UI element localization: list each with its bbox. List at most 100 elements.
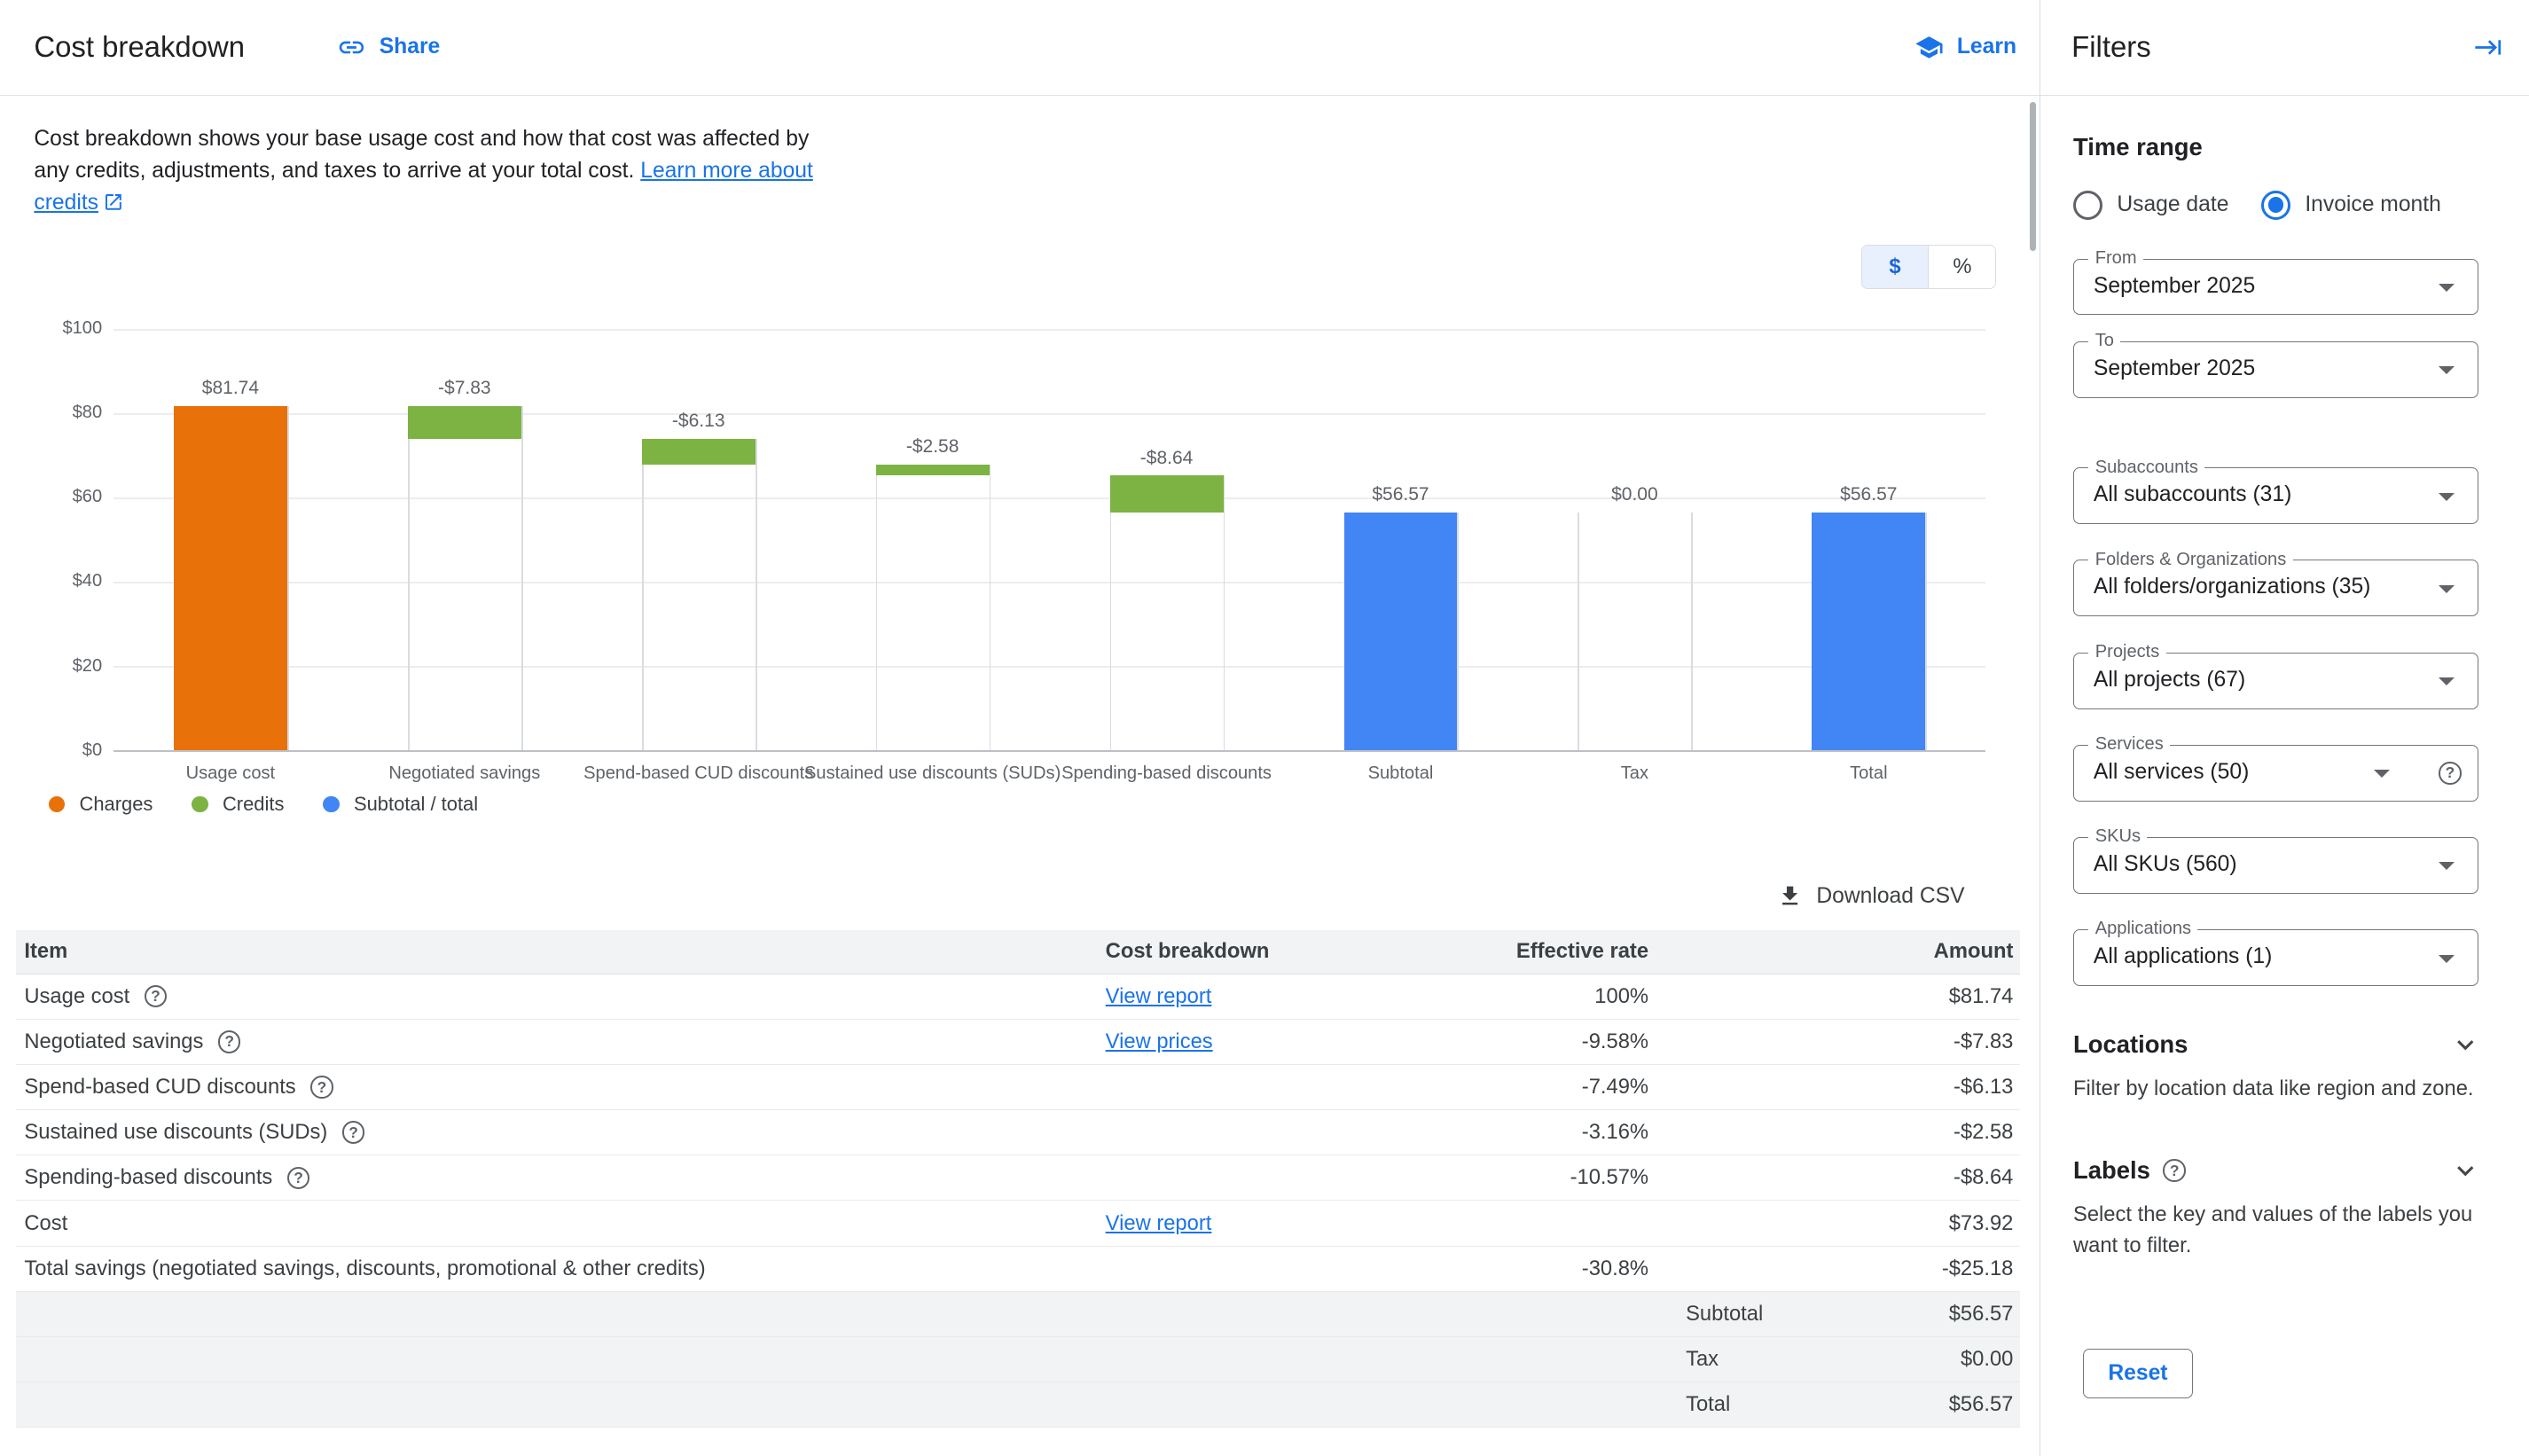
view-report-link[interactable]: View report <box>1106 1211 1212 1235</box>
help-icon[interactable]: ? <box>2163 1159 2186 1182</box>
effective-rate-cell: -10.57% <box>1511 1165 1648 1190</box>
help-icon[interactable]: ? <box>145 985 168 1008</box>
subtotal-dot-icon <box>323 796 339 812</box>
bar-spending-based-discounts[interactable] <box>1110 475 1224 512</box>
amount-cell: -$7.83 <box>1648 1029 2020 1054</box>
labels-heading: Labels <box>2073 1156 2150 1185</box>
school-icon <box>1914 33 1944 62</box>
collapse-panel-icon[interactable] <box>2474 33 2503 62</box>
percent-toggle-button[interactable]: % <box>1928 246 1995 288</box>
help-icon[interactable]: ? <box>218 1030 241 1053</box>
legend-item-subtotal: Subtotal / total <box>323 793 478 816</box>
download-csv-button[interactable]: Download CSV <box>1777 883 1964 909</box>
share-label: Share <box>380 35 441 59</box>
to-month-select[interactable]: To September 2025 <box>2073 341 2478 398</box>
chevron-down-icon <box>2374 770 2390 778</box>
item-cell: Total savings (negotiated savings, disco… <box>16 1256 1105 1281</box>
unit-toggle: $ % <box>1861 245 1997 289</box>
bar-usage-cost[interactable] <box>174 406 287 750</box>
y-axis-tick-label: $20 <box>34 655 102 678</box>
summary-label: Subtotal <box>1686 1302 1763 1327</box>
effective-rate-cell: -3.16% <box>1511 1120 1648 1145</box>
header-cost-breakdown: Cost breakdown <box>1106 939 1511 964</box>
chart-gridline <box>114 750 1985 752</box>
radio-icon[interactable] <box>2261 191 2290 220</box>
bar-subtotal[interactable] <box>1344 513 1458 751</box>
chart-gridline <box>114 582 1985 583</box>
locations-description: Filter by location data like region and … <box>2073 1074 2482 1104</box>
folders-organizations-select[interactable]: Folders & Organizations All folders/orga… <box>2073 560 2478 616</box>
view-report-link[interactable]: View report <box>1106 984 1212 1008</box>
chart-gridline <box>114 666 1985 668</box>
summary-label: Tax <box>1686 1347 1719 1372</box>
x-axis-category-label: Total <box>1850 763 1887 784</box>
chevron-down-icon <box>2439 493 2455 501</box>
summary-row-tax: Tax $0.00 <box>16 1337 2019 1382</box>
table-row: Total savings (negotiated savings, disco… <box>16 1247 2019 1292</box>
y-axis-tick-label: $0 <box>34 740 102 763</box>
locations-section-header[interactable]: Locations <box>2073 1029 2482 1061</box>
cost-breakdown-cell: View report <box>1106 984 1511 1009</box>
help-icon[interactable]: ? <box>310 1076 333 1099</box>
radio-usage-date[interactable]: Usage date <box>2073 191 2228 220</box>
waterfall-connector-line <box>642 439 644 750</box>
bar-value-label: -$2.58 <box>906 435 959 458</box>
waterfall-connector-line <box>521 406 523 750</box>
chevron-down-icon <box>2439 284 2455 292</box>
learn-button[interactable]: Learn <box>1914 33 2016 62</box>
chevron-down-icon[interactable] <box>2449 1155 2482 1187</box>
from-month-select[interactable]: From September 2025 <box>2073 259 2478 316</box>
help-icon[interactable]: ? <box>287 1167 310 1190</box>
header-amount: Amount <box>1648 939 2020 964</box>
filters-header: Filters <box>2040 0 2529 95</box>
applications-select[interactable]: Applications All applications (1) <box>2073 929 2478 986</box>
waterfall-connector-line <box>408 406 410 750</box>
dollar-toggle-button[interactable]: $ <box>1862 246 1929 288</box>
waterfall-connector-line <box>1457 513 1459 751</box>
scrollbar-thumb[interactable] <box>2030 102 2036 251</box>
chevron-down-icon <box>2439 677 2455 685</box>
view-prices-link[interactable]: View prices <box>1106 1029 1213 1053</box>
cost-breakdown-page: Cost breakdown Share Learn Filters Cost … <box>0 0 2529 1456</box>
waterfall-connector-line <box>876 465 878 750</box>
waterfall-chart: $81.74Usage cost-$7.83Negotiated savings… <box>34 317 1985 797</box>
radio-icon[interactable] <box>2073 191 2102 220</box>
legend-item-credits: Credits <box>192 793 284 816</box>
effective-rate-cell: -7.49% <box>1511 1075 1648 1100</box>
credits-dot-icon <box>192 796 207 812</box>
bar-value-label: $81.74 <box>202 377 259 400</box>
download-csv-label: Download CSV <box>1816 884 1964 909</box>
item-cell: Spend-based CUD discounts? <box>16 1075 1105 1100</box>
chart-legend: Charges Credits Subtotal / total <box>49 793 478 816</box>
subaccounts-select[interactable]: Subaccounts All subaccounts (31) <box>2073 467 2478 524</box>
skus-select[interactable]: SKUs All SKUs (560) <box>2073 837 2478 894</box>
bar-negotiated-savings[interactable] <box>408 406 521 439</box>
bar-sustained-use-discounts-suds[interactable] <box>876 465 990 475</box>
main-header: Cost breakdown Share Learn <box>0 0 2040 95</box>
reset-button[interactable]: Reset <box>2083 1349 2193 1399</box>
waterfall-connector-line <box>1925 513 1927 751</box>
projects-select[interactable]: Projects All projects (67) <box>2073 653 2478 709</box>
help-icon[interactable]: ? <box>2439 762 2462 785</box>
cost-breakdown-cell: View prices <box>1106 1029 1511 1054</box>
y-axis-tick-label: $80 <box>34 402 102 425</box>
summary-row-subtotal: Subtotal $56.57 <box>16 1292 2019 1337</box>
help-icon[interactable]: ? <box>342 1121 365 1144</box>
bar-spend-based-cud-discounts[interactable] <box>642 439 756 465</box>
services-select[interactable]: Services All services (50) ? <box>2073 745 2478 802</box>
y-axis-tick-label: $100 <box>34 317 102 341</box>
x-axis-category-label: Negotiated savings <box>388 763 540 784</box>
amount-cell: -$2.58 <box>1648 1120 2020 1145</box>
cost-breakdown-cell: View report <box>1106 1211 1511 1236</box>
labels-section-header[interactable]: Labels ? <box>2073 1155 2482 1187</box>
share-button[interactable]: Share <box>337 33 440 62</box>
effective-rate-cell: 100% <box>1511 984 1648 1009</box>
bar-total[interactable] <box>1812 513 1925 751</box>
amount-cell: -$25.18 <box>1648 1256 2020 1281</box>
radio-invoice-month[interactable]: Invoice month <box>2261 191 2441 220</box>
x-axis-category-label: Sustained use discounts (SUDs) <box>804 763 1061 784</box>
header-item: Item <box>16 939 1105 964</box>
chevron-down-icon <box>2439 366 2455 374</box>
chevron-down-icon[interactable] <box>2449 1029 2482 1061</box>
chevron-down-icon <box>2439 862 2455 870</box>
